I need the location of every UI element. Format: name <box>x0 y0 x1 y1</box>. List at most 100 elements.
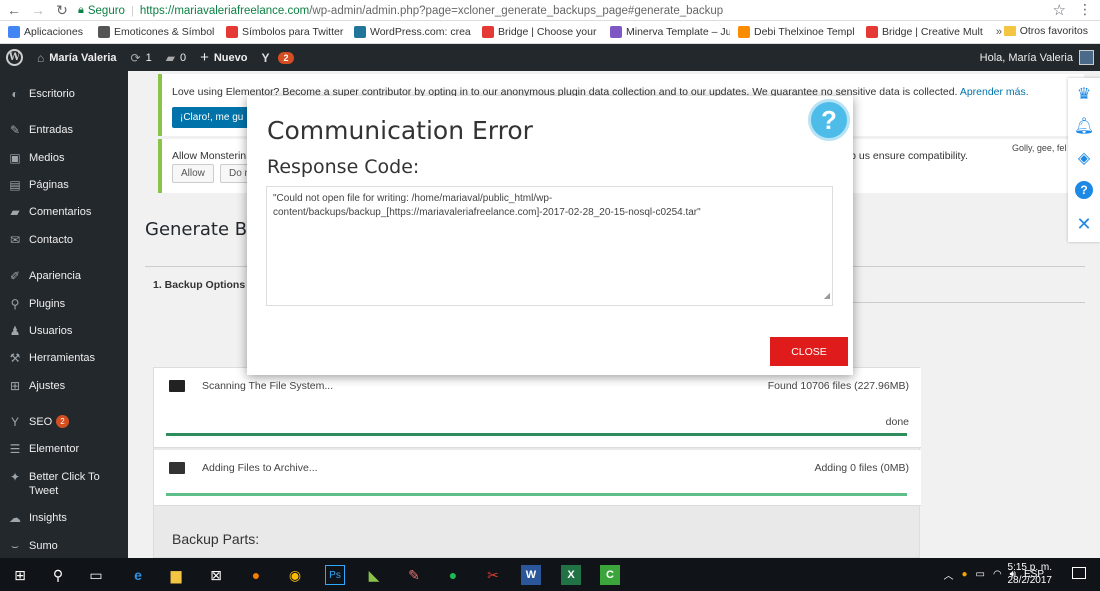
reload-icon[interactable]: ↻ <box>52 0 72 20</box>
close-button[interactable]: CLOSE <box>770 337 848 366</box>
bookmark-item[interactable]: Bridge | Choose your <box>474 26 602 38</box>
close-icon[interactable]: ✕ <box>1068 208 1100 240</box>
sidebar-item-better[interactable]: ✦ Better Click To Tweet <box>0 470 128 498</box>
menu-kebab-icon[interactable]: ⋮ <box>1078 1 1092 18</box>
opt-in-button[interactable]: ¡Claro!, me gu <box>172 107 252 128</box>
settings-icon: ⊞ <box>9 379 21 393</box>
sidebar-item-insights[interactable]: ☁ Insights <box>0 511 128 525</box>
yoast-item[interactable]: Y 2 <box>254 44 300 71</box>
apps-grid-icon <box>8 26 20 38</box>
updates-icon: ⟳ <box>130 50 141 65</box>
progress-row-archive: Adding Files to Archive... Adding 0 file… <box>154 450 921 506</box>
tools-icon: ⚒ <box>9 351 21 365</box>
help-icon[interactable]: ? <box>1068 174 1100 206</box>
camtasia-icon[interactable]: C <box>600 565 620 585</box>
sidebar-item-plugins[interactable]: ⚲ Plugins <box>0 297 128 311</box>
sidebar-item-apariencia[interactable]: ✐ Apariencia <box>0 269 128 283</box>
bookmark-item[interactable]: Emoticones & Símbol <box>90 26 218 38</box>
sidebar-item-escritorio[interactable]: ◐ Escritorio <box>0 87 128 101</box>
sidebar-item-páginas[interactable]: ▤ Páginas <box>0 178 128 192</box>
notifications-icon[interactable] <box>1072 567 1086 579</box>
learn-more-link[interactable]: Aprender más. <box>960 86 1029 98</box>
twitter-icon: ✦ <box>9 470 21 484</box>
sidebar-item-herramientas[interactable]: ⚒ Herramientas <box>0 351 128 365</box>
bookmark-item[interactable]: WordPress.com: crea <box>346 26 474 38</box>
site-name-item[interactable]: ⌂ María Valeria <box>30 44 124 71</box>
crown-icon[interactable]: ♛ <box>1068 78 1100 110</box>
sidebar-item-label: Better Click To Tweet <box>29 471 100 497</box>
edge-icon[interactable]: e <box>128 565 148 585</box>
tab-backup-options[interactable]: 1. Backup Options <box>145 267 255 303</box>
tray-app-icon[interactable]: ● <box>961 569 967 580</box>
my-account-item[interactable]: Hola, María Valeria <box>980 44 1094 71</box>
firefox-icon[interactable]: ● <box>246 565 266 585</box>
bookmark-favicon-icon <box>610 26 622 38</box>
clock[interactable]: 5:15 p. m. 28/2/2017 <box>1008 561 1053 587</box>
wifi-icon[interactable]: ◠ <box>993 569 1002 580</box>
bookmarks-overflow[interactable]: » <box>996 26 1002 38</box>
spotify-icon[interactable]: ● <box>443 565 463 585</box>
resize-grip-icon[interactable]: ◢ <box>824 289 830 303</box>
progress-status: Found 10706 files (227.96MB) <box>767 380 909 392</box>
store-icon[interactable]: ⊠ <box>206 565 226 585</box>
updates-count: 1 <box>145 51 152 64</box>
response-text-area[interactable]: "Could not open file for writing: /home/… <box>266 186 833 306</box>
back-icon[interactable]: ← <box>4 0 24 20</box>
sidebar-item-elementor[interactable]: ☰ Elementor <box>0 442 128 456</box>
sidebar-item-ajustes[interactable]: ⊞ Ajustes <box>0 379 128 393</box>
allow-button[interactable]: Allow <box>172 164 214 183</box>
address-bar[interactable]: 🔒︎ Seguro | https://mariavaleriafreelanc… <box>78 1 1098 20</box>
bookmark-item[interactable]: Símbolos para Twitter <box>218 26 346 38</box>
url-path: /wp-admin/admin.php?page=xcloner_generat… <box>309 4 724 17</box>
sidebar-item-medios[interactable]: ▣ Medios <box>0 151 128 165</box>
excel-icon[interactable]: X <box>561 565 581 585</box>
forward-icon[interactable]: → <box>28 0 48 20</box>
yoast-badge: 2 <box>278 51 294 64</box>
search-icon[interactable]: ⚲ <box>48 565 68 585</box>
bookmark-label: Símbolos para Twitter <box>242 26 344 38</box>
bookmark-item[interactable]: Minerva Template – Ju <box>602 26 730 38</box>
comments-count: 0 <box>179 51 187 64</box>
bookmark-item[interactable]: Debi Thelxinoe Templ <box>730 26 858 38</box>
sidebar-item-label: Insights <box>29 512 67 524</box>
bell-icon[interactable]: 🔔︎ <box>1068 110 1100 142</box>
updates-item[interactable]: ⟳ 1 <box>124 44 159 71</box>
sidebar-item-entradas[interactable]: ✎ Entradas <box>0 123 128 137</box>
diamond-icon[interactable]: ◈ <box>1068 142 1100 174</box>
task-view-icon[interactable]: ▭ <box>86 565 106 585</box>
battery-icon[interactable]: ▭ <box>975 569 984 580</box>
other-bookmarks[interactable]: Otros favoritos <box>1003 25 1088 37</box>
chrome-icon[interactable]: ◉ <box>285 565 305 585</box>
sidebar-item-usuarios[interactable]: ♟ Usuarios <box>0 324 128 338</box>
sidebar-item-seo[interactable]: Y SEO 2 <box>0 415 128 429</box>
sidebar-item-sumo[interactable]: ⌣ Sumo <box>0 539 128 553</box>
photoshop-icon[interactable]: Ps <box>325 565 345 585</box>
pages-icon: ▤ <box>9 178 21 192</box>
clock-time: 5:15 p. m. <box>1007 562 1052 573</box>
pin-icon: ✎ <box>9 123 21 137</box>
wp-logo-item[interactable]: W <box>0 44 30 71</box>
new-content-item[interactable]: + Nuevo <box>193 44 254 71</box>
file-explorer-icon[interactable]: ▆ <box>166 565 186 585</box>
bookmark-star-icon[interactable]: ☆ <box>1053 1 1066 19</box>
bookmark-favicon-icon <box>226 26 238 38</box>
sidebar-item-contacto[interactable]: ✉ Contacto <box>0 233 128 247</box>
bookmark-apps[interactable]: Aplicaciones <box>0 26 90 38</box>
sidebar-badge: 2 <box>56 415 69 428</box>
sidebar-item-comentarios[interactable]: ▰ Comentarios <box>0 205 128 219</box>
vectorial-icon[interactable]: ◣ <box>364 565 384 585</box>
plus-icon: + <box>200 49 209 66</box>
progress-status: Adding 0 files (0MB) <box>814 462 909 474</box>
bookmark-item[interactable]: Bridge | Creative Mult <box>858 26 986 38</box>
bookmark-label: Aplicaciones <box>24 26 83 38</box>
word-icon[interactable]: W <box>521 565 541 585</box>
other-bookmarks-label: Otros favoritos <box>1019 25 1088 37</box>
comments-item[interactable]: ▰ 0 <box>159 44 193 71</box>
bookmark-favicon-icon <box>738 26 750 38</box>
tray-chevron-icon[interactable]: ︿ <box>943 567 953 582</box>
acrobat-icon[interactable]: ✂ <box>483 565 503 585</box>
paint-icon[interactable]: ✎ <box>404 565 424 585</box>
windows-start-icon[interactable]: ⊞ <box>10 565 30 585</box>
appearance-icon: ✐ <box>9 269 21 283</box>
progress-done: done <box>885 416 909 428</box>
